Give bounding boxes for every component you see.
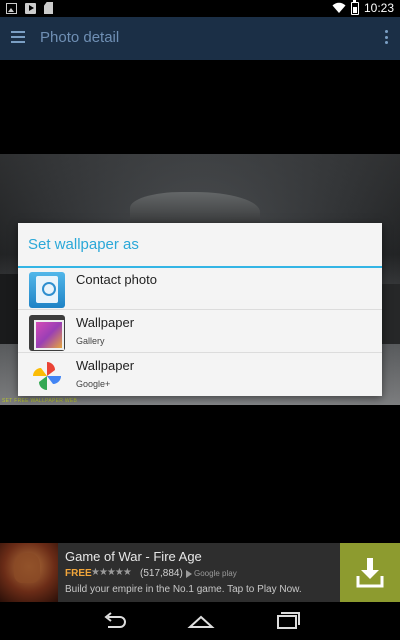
option-label: Contact photo: [76, 272, 157, 287]
sd-card-icon: [44, 2, 53, 14]
ad-rating-stars: ★★★★★: [91, 567, 132, 578]
option-wallpaper-google-plus[interactable]: Wallpaper Google+: [18, 354, 382, 396]
battery-charging-icon: [350, 0, 359, 15]
store-label: Google play: [194, 569, 237, 578]
option-contact-photo[interactable]: Contact photo: [18, 268, 382, 310]
ad-banner[interactable]: Game of War - Fire Age FREE ★★★★★ (517,8…: [0, 543, 400, 602]
google-photos-icon: [33, 362, 61, 390]
wifi-icon: [332, 2, 346, 13]
download-icon: [356, 558, 384, 588]
navigation-bar: [0, 602, 400, 640]
dialog-title: Set wallpaper as: [28, 236, 139, 253]
recent-apps-icon[interactable]: [272, 610, 302, 632]
ad-image[interactable]: [0, 543, 58, 602]
option-app-name: Gallery: [76, 336, 105, 346]
google-play-badge: Google play: [186, 569, 237, 578]
overflow-menu-icon[interactable]: [384, 30, 388, 44]
ad-download-button[interactable]: [340, 543, 400, 602]
set-wallpaper-dialog: Set wallpaper as Contact photo Wallpaper…: [18, 223, 382, 396]
system-icons: 10:23: [332, 0, 394, 15]
clock: 10:23: [363, 1, 394, 15]
page-title: Photo detail: [40, 29, 120, 46]
youtube-icon: [25, 2, 36, 14]
contacts-icon: [29, 272, 65, 308]
option-wallpaper-gallery[interactable]: Wallpaper Gallery: [18, 311, 382, 353]
option-app-name: Google+: [76, 379, 111, 389]
photo-icon: [6, 2, 17, 14]
option-label: Wallpaper: [76, 358, 135, 373]
ad-review-count: (517,884): [140, 568, 183, 579]
action-bar: Photo detail: [0, 17, 400, 60]
back-icon[interactable]: [100, 610, 130, 632]
gallery-icon: [29, 315, 65, 351]
option-label: Wallpaper: [76, 315, 135, 330]
hamburger-icon[interactable]: [11, 31, 25, 43]
notification-icons: [6, 2, 53, 14]
home-icon[interactable]: [186, 610, 216, 632]
status-bar: 10:23: [0, 0, 400, 17]
photo-watermark: SET FREE WALLPAPER WEB: [2, 398, 78, 404]
ad-price: FREE: [65, 568, 92, 579]
ad-title[interactable]: Game of War - Fire Age: [65, 549, 202, 564]
google-play-icon: [186, 569, 192, 578]
screen: 10:23 Photo detail SET FREE WALLPAPER WE…: [0, 0, 400, 640]
ad-description[interactable]: Build your empire in the No.1 game. Tap …: [65, 584, 302, 595]
